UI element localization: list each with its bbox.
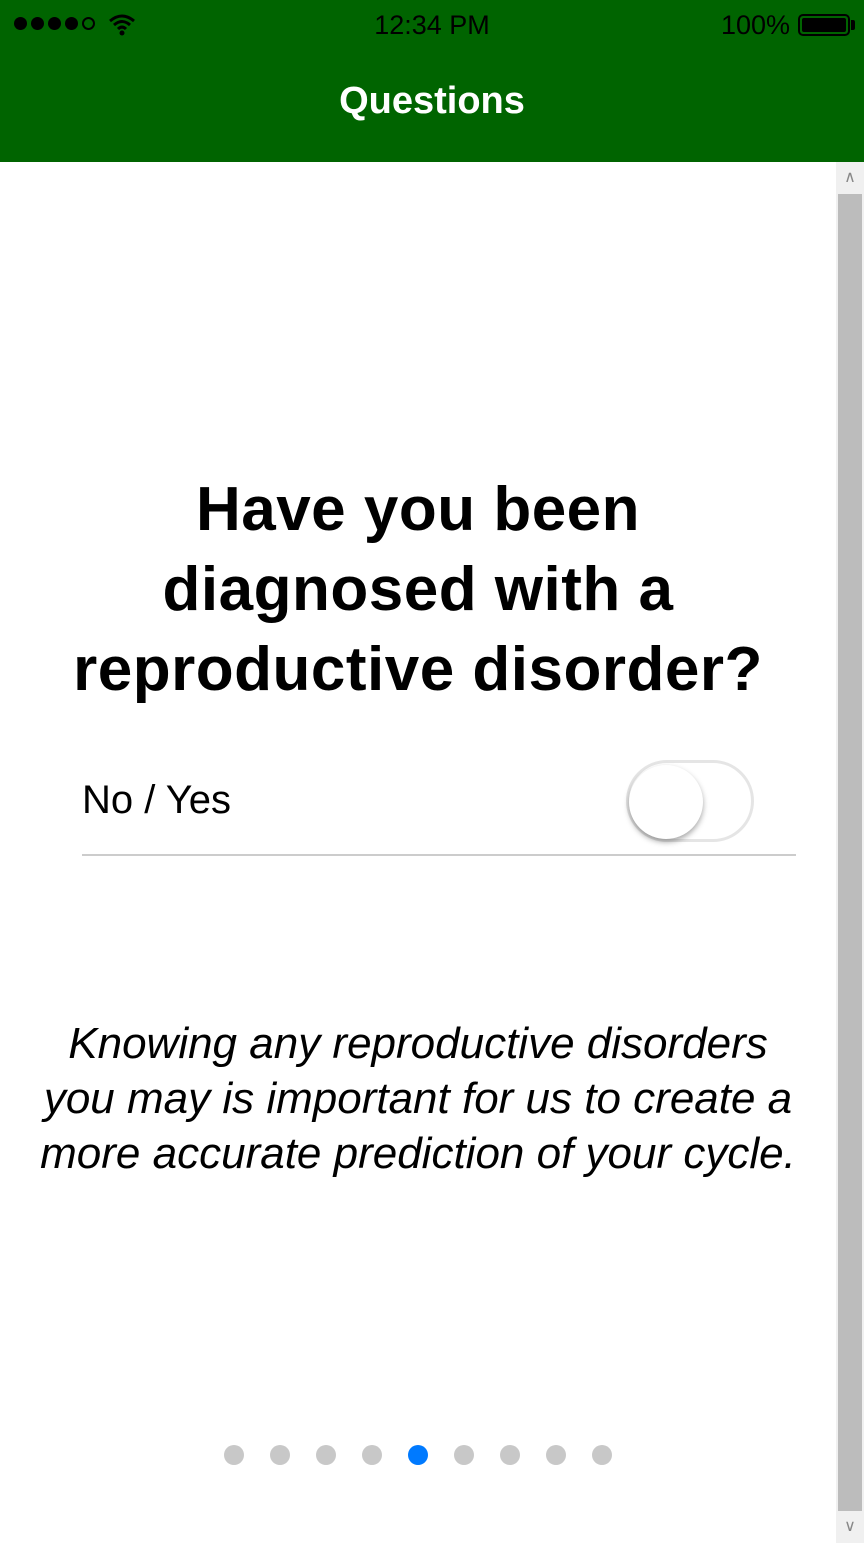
nav-header: 12:34 PM 100% Questions — [0, 0, 864, 162]
page-dot[interactable] — [224, 1445, 244, 1465]
vertical-scrollbar[interactable]: ∧ ∨ — [836, 162, 864, 1543]
page-dot[interactable] — [500, 1445, 520, 1465]
explanation-text: Knowing any reproductive disorders you m… — [40, 1019, 796, 1178]
battery-fill — [802, 18, 846, 32]
battery-percentage: 100% — [720, 10, 790, 40]
toggle-row: No / Yes — [82, 760, 796, 856]
page-dot-active[interactable] — [408, 1445, 428, 1465]
scroll-thumb[interactable] — [838, 194, 862, 1511]
status-bar: 12:34 PM 100% — [0, 0, 864, 50]
no-yes-toggle-switch[interactable] — [626, 760, 754, 842]
scroll-down-button[interactable]: ∨ — [836, 1511, 864, 1543]
page-dot[interactable] — [454, 1445, 474, 1465]
page-dot[interactable] — [592, 1445, 612, 1465]
question-content: Have you been diagnosed with a reproduct… — [0, 162, 836, 1543]
battery-cap — [851, 20, 855, 30]
battery-icon — [798, 14, 850, 36]
page-dot[interactable] — [546, 1445, 566, 1465]
page-dot[interactable] — [270, 1445, 290, 1465]
scroll-up-button[interactable]: ∧ — [836, 162, 864, 194]
toggle-knob — [629, 765, 703, 839]
page-dot[interactable] — [316, 1445, 336, 1465]
toggle-label: No / Yes — [82, 778, 232, 822]
page-dot[interactable] — [362, 1445, 382, 1465]
question-text: Have you been diagnosed with a reproduct… — [73, 475, 763, 704]
app-screen: 12:34 PM 100% Questions Have you been di… — [0, 0, 864, 1543]
page-title: Questions — [339, 80, 525, 122]
page-indicator[interactable] — [0, 1445, 836, 1467]
